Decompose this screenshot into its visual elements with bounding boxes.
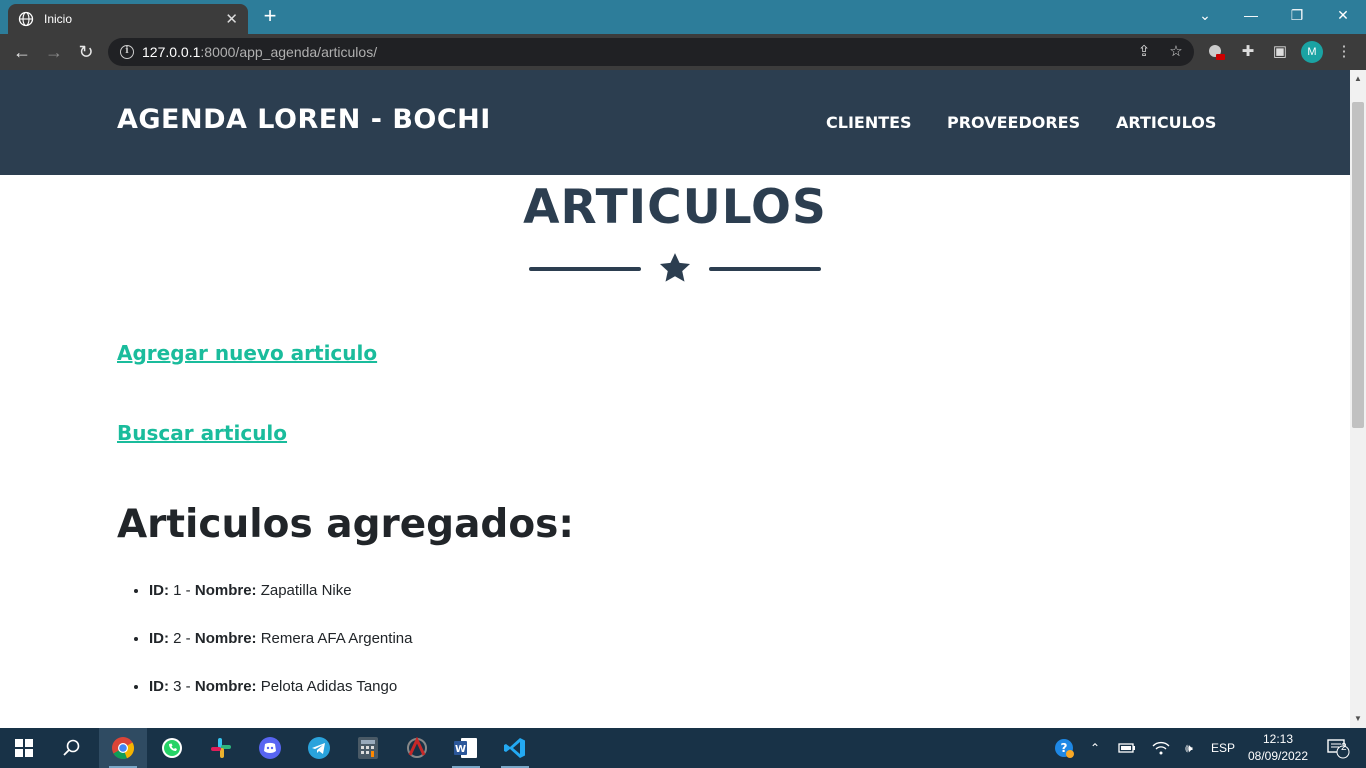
taskbar-telegram[interactable] xyxy=(295,728,343,768)
list-item: ID: 1 - Nombre: Zapatilla Nike xyxy=(149,582,412,630)
taskbar-discord[interactable] xyxy=(246,728,294,768)
whatsapp-icon xyxy=(162,738,182,758)
search-button[interactable] xyxy=(48,728,96,768)
masthead: ARTICULOS xyxy=(0,175,1350,235)
chrome-icon xyxy=(112,737,135,760)
scroll-down-arrow-icon[interactable]: ▼ xyxy=(1350,712,1366,726)
url-path: :8000/app_agenda/articulos/ xyxy=(200,44,378,60)
articles-list-title: Articulos agregados: xyxy=(117,502,574,547)
tab-strip: Inicio ✕ + ⌄ — ❐ ✕ xyxy=(0,0,1366,34)
extension-icon[interactable] xyxy=(1206,42,1226,62)
list-item: ID: 2 - Nombre: Remera AFA Argentina xyxy=(149,630,412,678)
extensions-puzzle-icon[interactable]: ✚ xyxy=(1238,42,1258,62)
site-navbar: AGENDA LOREN - BOCHI CLIENTES PROVEEDORE… xyxy=(0,70,1350,175)
taskbar-whatsapp[interactable] xyxy=(148,728,196,768)
browser-toolbar: ← → ↻ i 127.0.0.1:8000/app_agenda/articu… xyxy=(0,34,1366,70)
scroll-up-arrow-icon[interactable]: ▲ xyxy=(1350,72,1366,86)
star-divider xyxy=(529,249,821,289)
address-bar[interactable]: i 127.0.0.1:8000/app_agenda/articulos/ xyxy=(108,38,1194,66)
url-host: 127.0.0.1 xyxy=(142,44,201,60)
taskbar-vscode[interactable] xyxy=(491,728,539,768)
reload-button[interactable]: ↻ xyxy=(72,38,100,66)
profile-avatar[interactable]: M xyxy=(1301,41,1323,63)
site-brand[interactable]: AGENDA LOREN - BOCHI xyxy=(117,104,491,135)
articles-list: ID: 1 - Nombre: Zapatilla Nike ID: 2 - N… xyxy=(149,582,412,726)
taskbar-chrome[interactable] xyxy=(99,728,147,768)
word-icon: W xyxy=(454,738,477,758)
battery-icon[interactable] xyxy=(1116,728,1138,768)
menu-kebab-icon[interactable]: ⋮ xyxy=(1334,42,1354,62)
wifi-icon[interactable] xyxy=(1150,728,1172,768)
system-clock[interactable]: 12:13 08/09/2022 xyxy=(1236,731,1320,765)
notification-count: 2 xyxy=(1341,742,1347,753)
search-icon xyxy=(63,739,80,756)
page-scrollbar[interactable]: ▲ ▼ xyxy=(1350,70,1366,728)
web-page: AGENDA LOREN - BOCHI CLIENTES PROVEEDORE… xyxy=(0,70,1350,728)
app-swirl-icon xyxy=(407,737,427,758)
calculator-icon xyxy=(358,737,378,759)
taskbar-word[interactable]: W xyxy=(442,728,490,768)
close-window-button[interactable]: ✕ xyxy=(1320,0,1366,30)
scrollbar-thumb[interactable] xyxy=(1352,102,1364,428)
add-article-link[interactable]: Agregar nuevo articulo xyxy=(117,341,377,365)
list-item: ID: 3 - Nombre: Pelota Adidas Tango xyxy=(149,678,412,726)
close-tab-icon[interactable]: ✕ xyxy=(225,10,238,28)
windows-taskbar: W ? ⌃ 🕪 ESP 12:13 08/09/2022 2 xyxy=(0,728,1366,768)
side-panel-icon[interactable]: ▣ xyxy=(1270,42,1290,62)
globe-icon xyxy=(18,11,34,27)
help-tray-icon[interactable]: ? xyxy=(1050,728,1078,768)
taskbar-slack[interactable] xyxy=(197,728,245,768)
taskbar-calculator[interactable] xyxy=(344,728,392,768)
page-title: ARTICULOS xyxy=(523,180,827,235)
notifications-icon[interactable]: 2 xyxy=(1320,728,1356,768)
restore-button[interactable]: ❐ xyxy=(1274,0,1320,30)
discord-icon xyxy=(259,737,281,759)
star-icon xyxy=(659,253,691,282)
start-button[interactable] xyxy=(0,728,48,768)
clock-time: 12:13 xyxy=(1262,732,1294,746)
share-icon[interactable]: ⇪ xyxy=(1134,42,1154,62)
nav-link-proveedores[interactable]: PROVEEDORES xyxy=(947,113,1080,132)
browser-tab[interactable]: Inicio ✕ xyxy=(8,4,248,34)
nav-link-clientes[interactable]: CLIENTES xyxy=(826,113,912,132)
site-info-icon[interactable]: i xyxy=(120,45,134,59)
language-indicator[interactable]: ESP xyxy=(1208,728,1238,768)
svg-text:W: W xyxy=(455,744,466,755)
nav-link-articulos[interactable]: ARTICULOS xyxy=(1116,113,1216,132)
clock-date: 08/09/2022 xyxy=(1247,749,1309,763)
bookmark-star-icon[interactable]: ☆ xyxy=(1166,42,1186,62)
new-tab-button[interactable]: + xyxy=(258,5,282,29)
vscode-icon xyxy=(504,738,525,758)
volume-icon[interactable]: 🕪 xyxy=(1178,728,1200,768)
telegram-icon xyxy=(308,737,330,759)
tab-title: Inicio xyxy=(44,12,73,26)
tab-search-icon[interactable]: ⌄ xyxy=(1182,0,1228,30)
divider-line-left xyxy=(529,267,641,271)
forward-button[interactable]: → xyxy=(40,38,68,66)
back-button[interactable]: ← xyxy=(8,38,36,66)
divider-line-right xyxy=(709,267,821,271)
slack-icon xyxy=(211,738,231,758)
windows-logo-icon xyxy=(15,739,33,757)
minimize-button[interactable]: — xyxy=(1228,0,1274,30)
taskbar-app-red[interactable] xyxy=(393,728,441,768)
show-hidden-icons-icon[interactable]: ⌃ xyxy=(1084,728,1106,768)
search-article-link[interactable]: Buscar articulo xyxy=(117,421,287,445)
